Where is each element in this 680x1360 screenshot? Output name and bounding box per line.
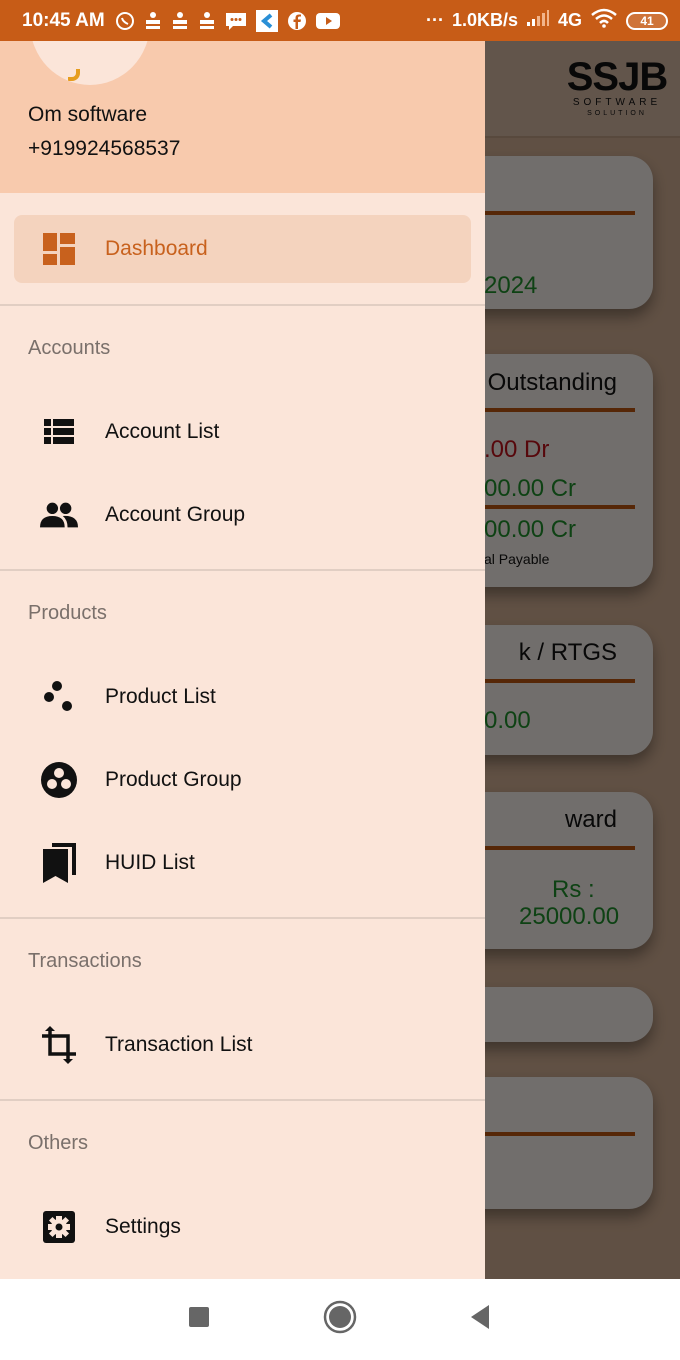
user-name: Om software <box>28 103 148 126</box>
more-notifications-icon: ··· <box>425 10 444 30</box>
home-icon <box>323 1300 357 1339</box>
back-icon <box>469 1304 491 1335</box>
back-button[interactable] <box>462 1301 498 1337</box>
network-type: 4G <box>557 10 582 30</box>
system-navigation-bar <box>0 1279 680 1360</box>
status-time: 10:45 AM <box>22 9 105 31</box>
network-speed: 1.0KB/s <box>451 10 518 30</box>
user-phone: +919924568537 <box>28 137 181 160</box>
recents-button[interactable] <box>181 1301 217 1337</box>
status-right: ··· 1.0KB/s 4G 41 <box>426 8 668 33</box>
list-icon <box>40 413 78 451</box>
dashboard-icon <box>40 230 78 268</box>
message-icon <box>225 12 247 30</box>
youtube-icon <box>315 12 340 30</box>
nav-label: Account Group <box>105 503 246 526</box>
home-button[interactable] <box>322 1300 358 1339</box>
settings-icon <box>40 1208 78 1246</box>
nav-item-settings[interactable]: Settings <box>14 1193 471 1261</box>
nav-label: Transaction List <box>105 1033 253 1056</box>
nav-item-huid-list[interactable]: HUID List <box>14 829 471 897</box>
section-accounts: Accounts <box>28 337 111 359</box>
bookmarks-icon <box>40 843 78 883</box>
nav-label: Product List <box>105 685 216 708</box>
avatar <box>30 41 150 85</box>
nav-label: HUID List <box>105 851 195 874</box>
scatter-dots-icon <box>40 678 78 716</box>
nav-label: Settings <box>105 1215 181 1238</box>
navigation-drawer: Om software +919924568537 Dashboard Acco… <box>0 41 485 1279</box>
facebook-icon <box>287 11 307 31</box>
nav-item-account-list[interactable]: Account List <box>14 398 471 466</box>
divider <box>0 917 485 919</box>
recents-icon <box>188 1306 210 1333</box>
app-icon <box>255 9 278 32</box>
app-notification-icon <box>171 11 189 31</box>
nav-label: Product Group <box>105 768 242 791</box>
section-products: Products <box>28 602 107 624</box>
circle-dots-icon <box>40 761 78 799</box>
whatsapp-icon <box>115 11 135 31</box>
nav-item-dashboard[interactable]: Dashboard <box>14 215 471 283</box>
nav-item-account-group[interactable]: Account Group <box>14 481 471 549</box>
nav-item-transaction-list[interactable]: Transaction List <box>14 1011 471 1079</box>
app-notification-icon <box>198 11 216 31</box>
section-transactions: Transactions <box>28 950 142 972</box>
divider <box>0 1099 485 1101</box>
app-notification-icon <box>144 11 162 31</box>
signal-icon <box>526 9 550 32</box>
nav-label: Dashboard <box>105 237 208 260</box>
crop-rotate-icon <box>40 1026 78 1064</box>
section-others: Others <box>28 1132 89 1154</box>
divider <box>0 569 485 571</box>
nav-item-product-group[interactable]: Product Group <box>14 746 471 814</box>
status-bar: 10:45 AM ··· 1.0KB/s 4G 41 <box>0 0 680 41</box>
nav-label: Account List <box>105 420 220 443</box>
people-icon <box>40 496 78 534</box>
drawer-header: Om software +919924568537 <box>0 41 485 193</box>
screen: 10:45 AM ··· 1.0KB/s 4G 41 SSJB SOFTWARE… <box>0 0 680 1360</box>
battery-indicator: 41 <box>626 11 668 30</box>
wifi-icon <box>590 8 618 33</box>
divider <box>0 304 485 306</box>
nav-item-product-list[interactable]: Product List <box>14 663 471 731</box>
